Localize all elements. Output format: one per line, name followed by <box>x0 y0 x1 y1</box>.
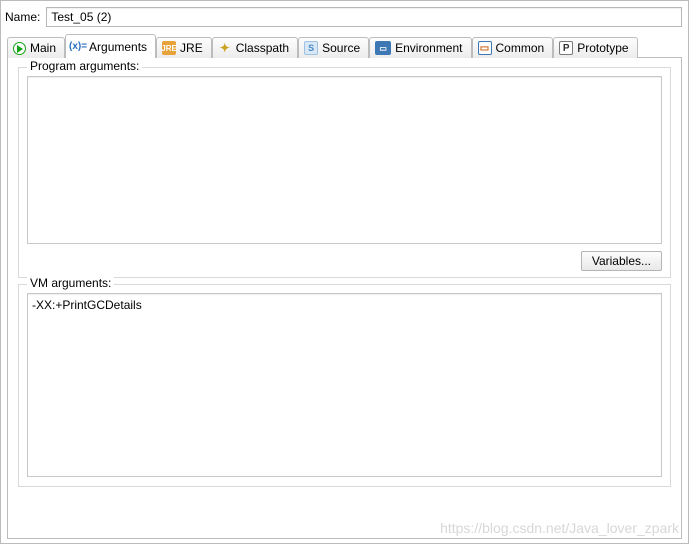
variables-button[interactable]: Variables... <box>581 251 662 271</box>
tab-label: Classpath <box>236 41 289 55</box>
run-icon <box>13 42 26 55</box>
tab-label: Source <box>322 41 360 55</box>
tab-jre[interactable]: JRE JRE <box>156 37 212 58</box>
tab-prototype[interactable]: P Prototype <box>553 37 637 58</box>
prototype-icon: P <box>559 41 573 55</box>
vm-arguments-textarea[interactable] <box>27 293 662 477</box>
tab-common[interactable]: ▭ Common <box>472 37 554 58</box>
program-arguments-textarea[interactable] <box>27 76 662 244</box>
tab-label: Arguments <box>89 40 147 54</box>
tab-source[interactable]: S Source <box>298 37 369 58</box>
vm-arguments-group: VM arguments: <box>18 284 671 487</box>
tab-content: Program arguments: Variables... VM argum… <box>7 57 682 539</box>
tab-bar: Main (x)= Arguments JRE JRE ✦ Classpath … <box>7 34 682 58</box>
common-icon: ▭ <box>478 41 492 55</box>
jre-icon: JRE <box>162 41 176 55</box>
tab-classpath[interactable]: ✦ Classpath <box>212 37 298 58</box>
program-arguments-title: Program arguments: <box>27 59 142 73</box>
classpath-icon: ✦ <box>218 41 232 55</box>
name-label: Name: <box>5 10 42 24</box>
name-input[interactable] <box>46 7 682 27</box>
environment-icon: ▭ <box>375 41 391 55</box>
tab-label: Common <box>496 41 545 55</box>
tab-main[interactable]: Main <box>7 37 65 58</box>
tab-arguments[interactable]: (x)= Arguments <box>65 34 156 58</box>
tab-label: Environment <box>395 41 462 55</box>
source-icon: S <box>304 41 318 55</box>
tab-label: Prototype <box>577 41 628 55</box>
tab-label: Main <box>30 41 56 55</box>
vm-arguments-title: VM arguments: <box>27 276 114 290</box>
tab-environment[interactable]: ▭ Environment <box>369 37 471 58</box>
args-icon: (x)= <box>71 40 85 54</box>
program-arguments-group: Program arguments: Variables... <box>18 67 671 278</box>
tab-label: JRE <box>180 41 203 55</box>
